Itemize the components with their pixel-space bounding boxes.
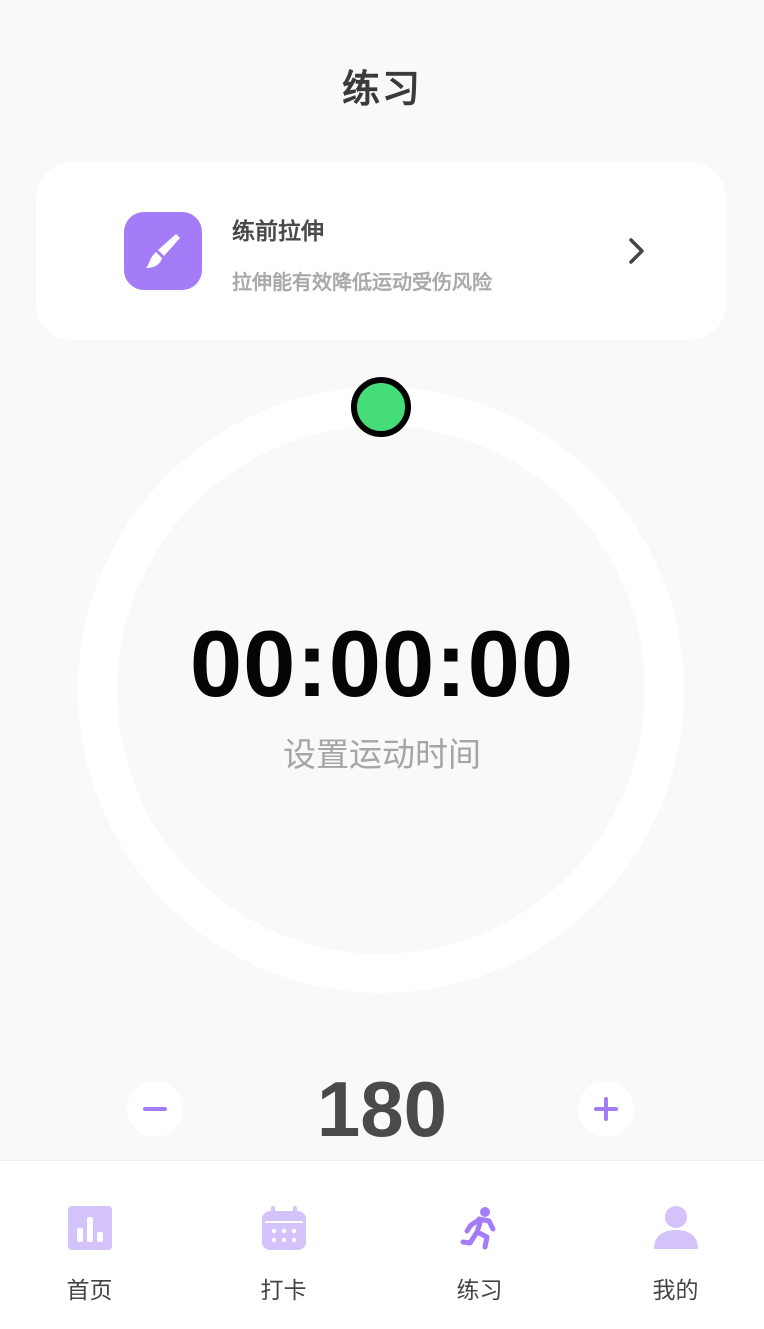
bottom-tab-bar: 首页 打卡 练习 我的	[0, 1160, 764, 1329]
user-icon	[654, 1206, 698, 1249]
stretch-card-description: 拉伸能有效降低运动受伤风险	[232, 270, 492, 294]
timer-display: 00:00:00	[189, 611, 575, 716]
calendar-icon	[262, 1206, 306, 1250]
tab-me[interactable]: 我的	[580, 1161, 764, 1329]
running-icon	[460, 1207, 496, 1250]
stretch-card-title: 练前拉伸	[232, 219, 324, 245]
duration-value: 180	[316, 1065, 448, 1153]
bar-chart-icon	[68, 1206, 112, 1250]
chevron-right-icon	[629, 238, 644, 264]
stretch-card[interactable]: 练前拉伸 拉伸能有效降低运动受伤风险	[36, 162, 726, 340]
tab-label: 我的	[652, 1278, 699, 1304]
tab-label: 打卡	[260, 1278, 307, 1304]
plus-icon	[594, 1097, 618, 1121]
increase-button[interactable]	[578, 1081, 634, 1137]
page-title: 练习	[341, 67, 422, 111]
tab-label: 首页	[66, 1278, 113, 1304]
tab-label: 练习	[456, 1278, 503, 1304]
dial-handle[interactable]	[351, 377, 411, 437]
tab-home[interactable]: 首页	[0, 1161, 185, 1329]
tab-practice[interactable]: 练习	[384, 1161, 575, 1329]
timer-hint: 设置运动时间	[283, 735, 481, 774]
brush-icon	[124, 212, 202, 290]
tab-checkin[interactable]: 打卡	[188, 1161, 379, 1329]
